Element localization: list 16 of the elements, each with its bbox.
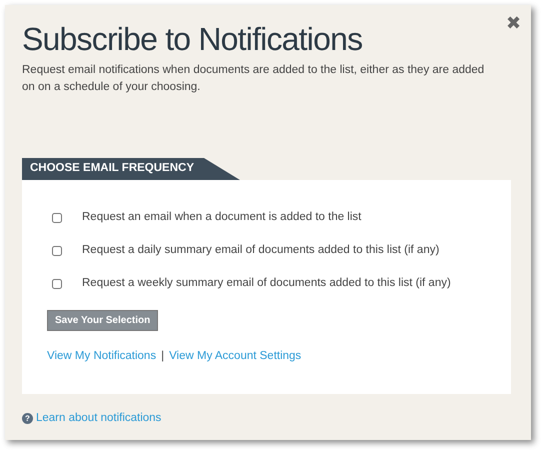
dialog-title: Subscribe to Notifications bbox=[22, 20, 364, 59]
dialog-description: Request email notifications when documents are added to the list, either as they are added on on a schedule of your choosing. bbox=[22, 63, 486, 95]
account-settings-link[interactable]: View My Account Settings bbox=[169, 348, 302, 366]
option-checkbox[interactable] bbox=[52, 278, 62, 288]
help-link[interactable]: Learn about notifications bbox=[36, 410, 162, 428]
close-button[interactable]: ✖ bbox=[506, 14, 521, 32]
option-checkbox[interactable] bbox=[52, 246, 62, 256]
link-separator: | bbox=[161, 349, 164, 364]
notifications-link[interactable]: View My Notifications bbox=[47, 348, 156, 366]
header-tab-corner bbox=[204, 158, 240, 180]
save-button[interactable]: Save Your Selection bbox=[47, 310, 158, 331]
option-checkbox[interactable] bbox=[52, 212, 62, 222]
option-label: Request an email when a document is added to the list bbox=[82, 210, 362, 225]
help-icon: ? bbox=[22, 413, 33, 424]
option-label: Request a weekly summary email of documents added to this list (if any) bbox=[82, 276, 451, 291]
option-label: Request a daily summary email of documents added to this list (if any) bbox=[82, 242, 440, 258]
